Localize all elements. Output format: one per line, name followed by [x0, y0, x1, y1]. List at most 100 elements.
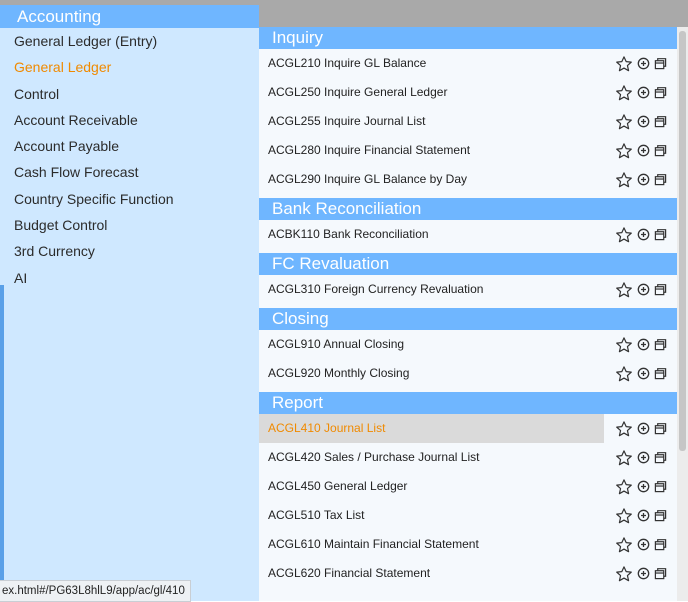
program-label[interactable]: ACGL610 Maintain Financial Statement [268, 537, 479, 551]
star-icon[interactable] [615, 507, 633, 525]
add-circle-icon[interactable] [637, 115, 650, 128]
star-icon[interactable] [615, 113, 633, 131]
add-circle-icon[interactable] [637, 228, 650, 241]
star-icon[interactable] [615, 420, 633, 438]
section-header: Inquiry [259, 27, 677, 49]
new-window-icon[interactable] [654, 509, 667, 522]
program-entry[interactable]: ACGL910 Annual Closing [259, 330, 677, 359]
star-icon[interactable] [615, 226, 633, 244]
menu-item[interactable]: 3rd Currency [0, 238, 259, 264]
program-entry[interactable]: ACGL610 Maintain Financial Statement [259, 530, 677, 559]
program-entry[interactable]: ACGL280 Inquire Financial Statement [259, 136, 677, 165]
star-icon[interactable] [615, 142, 633, 160]
new-window-icon[interactable] [654, 115, 667, 128]
scrollbar[interactable] [677, 27, 688, 601]
entry-actions [615, 472, 667, 501]
star-icon[interactable] [615, 536, 633, 554]
add-circle-icon[interactable] [637, 173, 650, 186]
entry-actions [615, 275, 667, 304]
program-label[interactable]: ACGL450 General Ledger [268, 479, 407, 493]
add-circle-icon[interactable] [637, 144, 650, 157]
new-window-icon[interactable] [654, 86, 667, 99]
new-window-icon[interactable] [654, 480, 667, 493]
program-entry[interactable]: ACGL250 Inquire General Ledger [259, 78, 677, 107]
new-window-icon[interactable] [654, 451, 667, 464]
program-entry[interactable]: ACGL620 Financial Statement [259, 559, 677, 588]
program-label[interactable]: ACGL510 Tax List [268, 508, 365, 522]
new-window-icon[interactable] [654, 367, 667, 380]
program-entry[interactable]: ACGL410 Journal List [259, 414, 677, 443]
program-label[interactable]: ACGL420 Sales / Purchase Journal List [268, 450, 479, 464]
program-label[interactable]: ACGL410 Journal List [268, 421, 385, 435]
program-label[interactable]: ACGL210 Inquire GL Balance [268, 56, 426, 70]
add-circle-icon[interactable] [637, 367, 650, 380]
entry-actions [615, 359, 667, 388]
menu-item[interactable]: Budget Control [0, 212, 259, 238]
menu-item[interactable]: AI [0, 265, 259, 291]
program-entry[interactable]: ACGL510 Tax List [259, 501, 677, 530]
add-circle-icon[interactable] [637, 57, 650, 70]
add-circle-icon[interactable] [637, 509, 650, 522]
new-window-icon[interactable] [654, 57, 667, 70]
program-entry[interactable]: ACGL210 Inquire GL Balance [259, 49, 677, 78]
program-label[interactable]: ACGL290 Inquire GL Balance by Day [268, 172, 467, 186]
section-header: Closing [259, 308, 677, 330]
entry-actions [615, 501, 667, 530]
star-icon[interactable] [615, 281, 633, 299]
menu-item[interactable]: General Ledger (Entry) [0, 28, 259, 54]
add-circle-icon[interactable] [637, 538, 650, 551]
menu-item[interactable]: General Ledger [0, 54, 259, 80]
program-label[interactable]: ACGL250 Inquire General Ledger [268, 85, 447, 99]
program-entry[interactable]: ACGL290 Inquire GL Balance by Day [259, 165, 677, 194]
add-circle-icon[interactable] [637, 480, 650, 493]
module-menu-list: General Ledger (Entry) General Ledger Cont… [0, 28, 259, 291]
program-entry[interactable]: ACBK110 Bank Reconciliation [259, 220, 677, 249]
star-icon[interactable] [615, 336, 633, 354]
star-icon[interactable] [615, 478, 633, 496]
menu-item[interactable]: Account Payable [0, 133, 259, 159]
program-entry[interactable]: ACGL420 Sales / Purchase Journal List [259, 443, 677, 472]
new-window-icon[interactable] [654, 422, 667, 435]
add-circle-icon[interactable] [637, 422, 650, 435]
left-menu-panel: Accounting General Ledger (Entry) General… [0, 5, 259, 601]
star-icon[interactable] [615, 565, 633, 583]
entry-actions [615, 107, 667, 136]
program-label[interactable]: ACGL620 Financial Statement [268, 566, 430, 580]
new-window-icon[interactable] [654, 567, 667, 580]
program-entry[interactable]: ACGL310 Foreign Currency Revaluation [259, 275, 677, 304]
star-icon[interactable] [615, 449, 633, 467]
star-icon[interactable] [615, 171, 633, 189]
program-label[interactable]: ACGL920 Monthly Closing [268, 366, 409, 380]
add-circle-icon[interactable] [637, 567, 650, 580]
status-url: ex.html#/PG63L8hlL9/app/ac/gl/410 [0, 580, 191, 602]
menu-item[interactable]: Country Specific Function [0, 186, 259, 212]
star-icon[interactable] [615, 55, 633, 73]
program-label[interactable]: ACGL280 Inquire Financial Statement [268, 143, 470, 157]
program-entry[interactable]: ACGL920 Monthly Closing [259, 359, 677, 388]
program-entry[interactable]: ACGL450 General Ledger [259, 472, 677, 501]
scrollbar-thumb[interactable] [679, 31, 686, 451]
new-window-icon[interactable] [654, 144, 667, 157]
program-label[interactable]: ACBK110 Bank Reconciliation [268, 227, 429, 241]
new-window-icon[interactable] [654, 338, 667, 351]
new-window-icon[interactable] [654, 283, 667, 296]
entry-actions [615, 165, 667, 194]
new-window-icon[interactable] [654, 228, 667, 241]
menu-item[interactable]: Account Receivable [0, 107, 259, 133]
program-label[interactable]: ACGL910 Annual Closing [268, 337, 404, 351]
add-circle-icon[interactable] [637, 338, 650, 351]
entry-actions [615, 136, 667, 165]
left-edge-bar [0, 285, 4, 601]
new-window-icon[interactable] [654, 173, 667, 186]
add-circle-icon[interactable] [637, 283, 650, 296]
new-window-icon[interactable] [654, 538, 667, 551]
menu-item[interactable]: Cash Flow Forecast [0, 159, 259, 185]
add-circle-icon[interactable] [637, 86, 650, 99]
program-label[interactable]: ACGL255 Inquire Journal List [268, 114, 425, 128]
star-icon[interactable] [615, 365, 633, 383]
star-icon[interactable] [615, 84, 633, 102]
program-label[interactable]: ACGL310 Foreign Currency Revaluation [268, 282, 483, 296]
program-entry[interactable]: ACGL255 Inquire Journal List [259, 107, 677, 136]
add-circle-icon[interactable] [637, 451, 650, 464]
menu-item[interactable]: Control [0, 81, 259, 107]
